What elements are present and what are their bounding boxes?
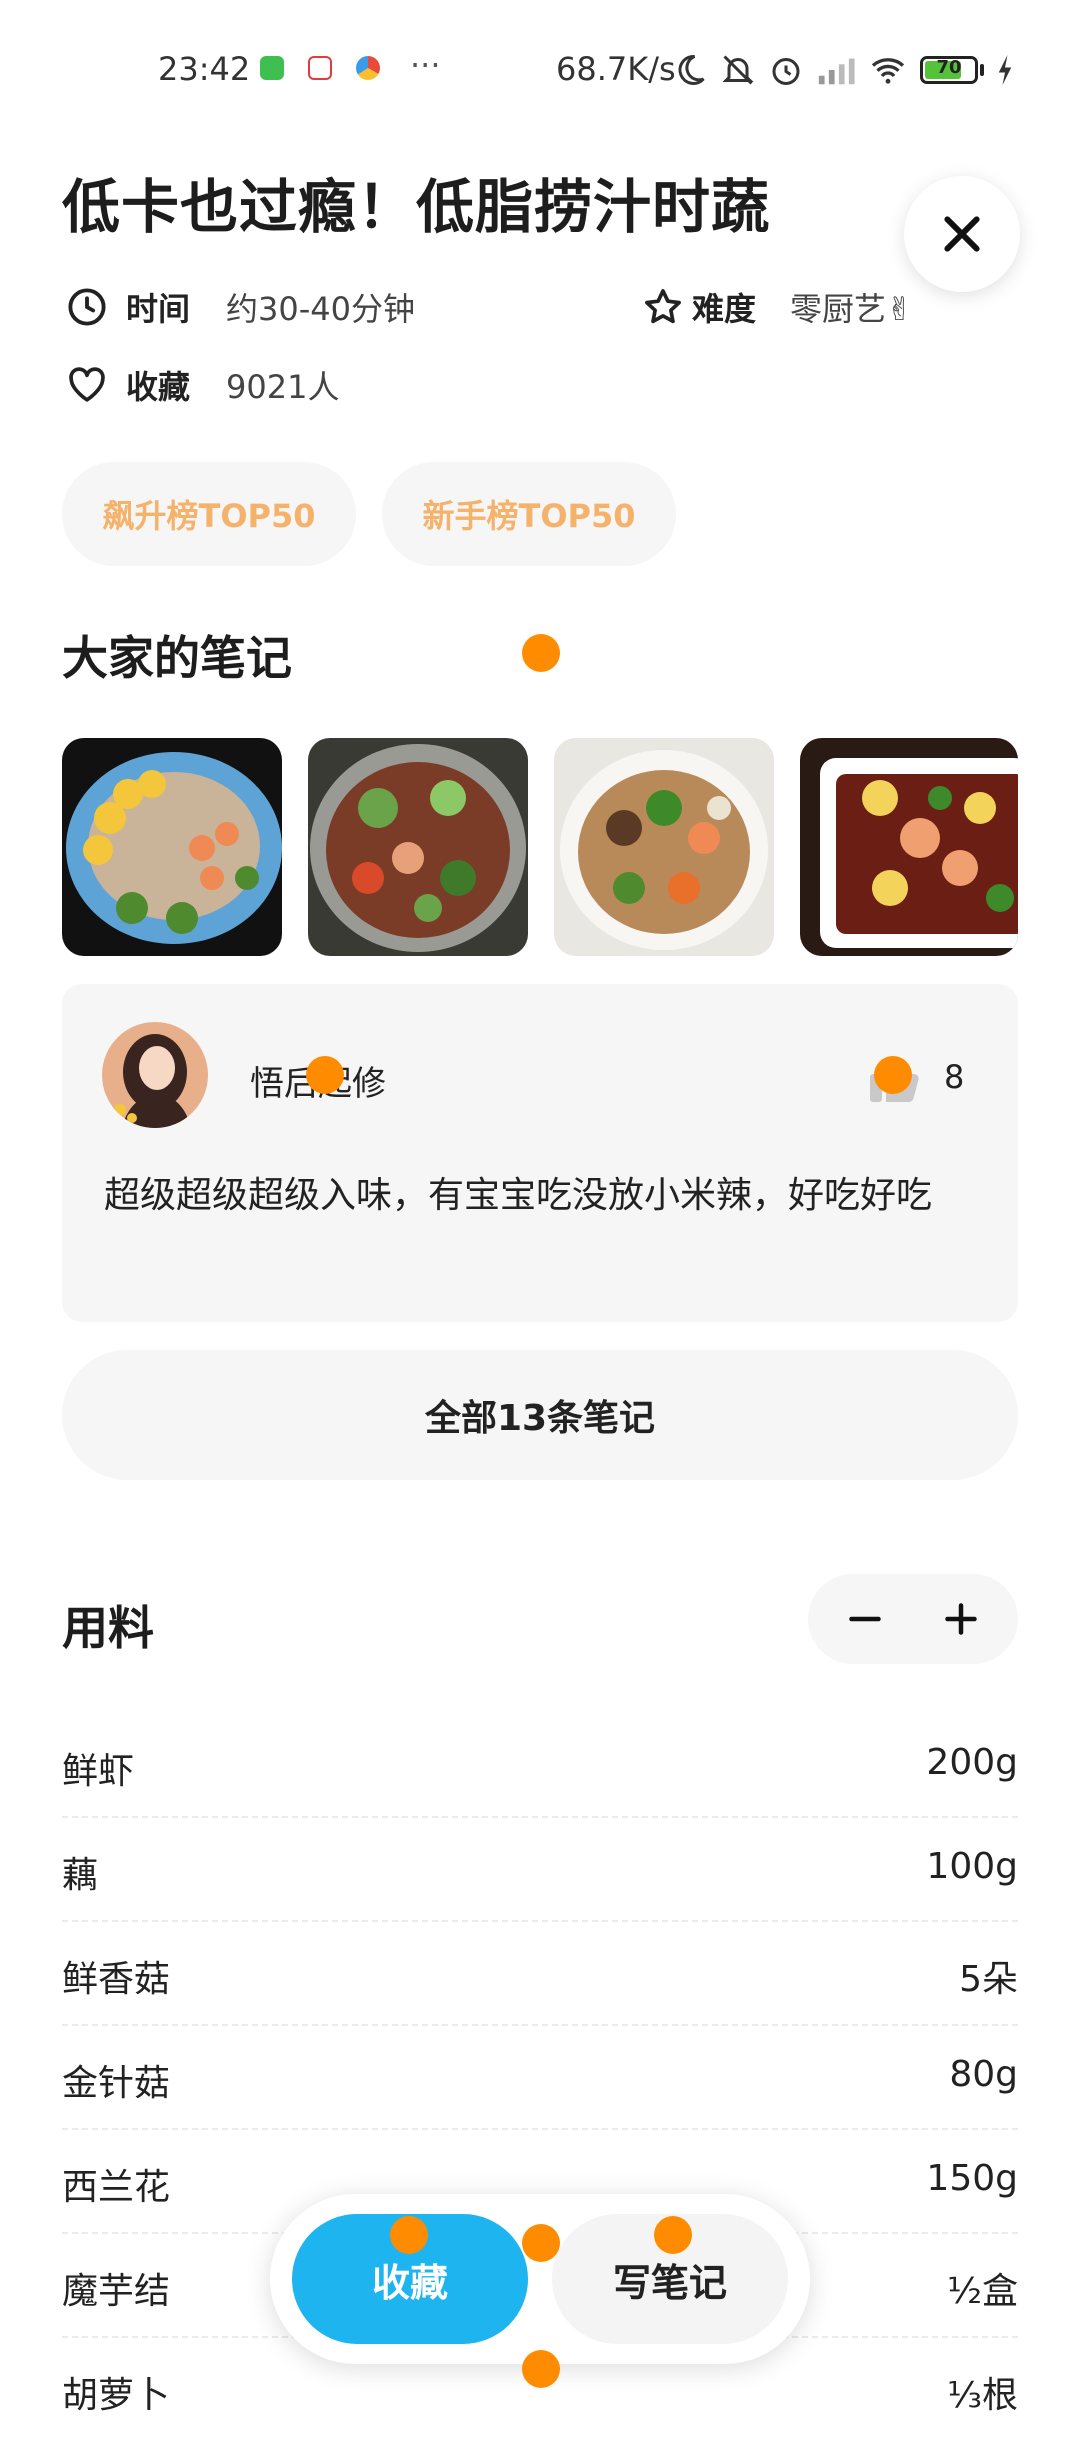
- browser-app-icon: [356, 56, 380, 80]
- ingredients-section-title: 用料: [62, 1601, 154, 1655]
- tag-beginner-top50[interactable]: 新手榜TOP50: [382, 462, 676, 566]
- favorites-label: 收藏: [126, 368, 191, 406]
- bottom-action-bar: 收藏 写笔记: [270, 2194, 810, 2364]
- difficulty-label: 难度: [692, 290, 757, 328]
- ingredient-name: 西兰花: [62, 2167, 171, 2208]
- increase-button[interactable]: [916, 1574, 1006, 1664]
- note-photo-1[interactable]: [62, 738, 282, 956]
- heart-icon: [69, 367, 105, 402]
- star-icon: [645, 289, 681, 324]
- moon-icon: [678, 54, 705, 85]
- note-card[interactable]: 悟后起修 8 超级超级超级入味，有宝宝吃没放小米辣，好吃好吃: [62, 984, 1018, 1322]
- time-label: 时间: [126, 290, 191, 328]
- marker-dot: [522, 2350, 560, 2388]
- decrease-button[interactable]: [820, 1574, 910, 1664]
- status-bar: 23:42 ··· 68.7K/s 70: [0, 0, 1080, 140]
- all-notes-button[interactable]: 全部13条笔记: [62, 1350, 1018, 1480]
- ingredient-amount: 200g: [926, 1742, 1018, 1783]
- ingredient-amount: ⅓根: [947, 2375, 1018, 2416]
- ingredient-row: 鲜虾 200g: [62, 1714, 1018, 1818]
- time-value: 约30-40分钟: [226, 290, 416, 328]
- ingredient-amount: ½盒: [947, 2271, 1018, 2312]
- wifi-icon: [871, 58, 905, 84]
- battery-icon: 70: [920, 56, 978, 84]
- ingredient-name: 鲜虾: [62, 1751, 135, 1792]
- marker-dot: [522, 634, 560, 672]
- difficulty-info: 难度 零厨艺✌: [642, 284, 913, 330]
- network-speed: 68.7K/s: [556, 50, 676, 88]
- marker-dot: [874, 1056, 912, 1094]
- marker-dot: [654, 2216, 692, 2254]
- marker-dot: [390, 2216, 428, 2254]
- ingredient-name: 胡萝卜: [62, 2375, 171, 2416]
- vegetable-pot-image: [310, 744, 526, 952]
- shrimp-noodle-plate-image: [66, 752, 282, 944]
- shrimp-lemon-tray-image: [820, 758, 1018, 948]
- minus-icon: [849, 1616, 881, 1622]
- ingredient-name: 金针菇: [62, 2063, 171, 2104]
- close-button[interactable]: [904, 176, 1020, 292]
- servings-stepper: [808, 1574, 1018, 1664]
- charging-icon: [998, 55, 1012, 85]
- note-photo-3[interactable]: [554, 738, 774, 956]
- ingredient-amount: 150g: [926, 2158, 1018, 2199]
- ingredient-row: 鲜香菇 5朵: [62, 1922, 1018, 2026]
- like-count: 8: [944, 1058, 965, 1096]
- more-notifications-icon: ···: [410, 46, 441, 84]
- signal-icon: [818, 58, 855, 85]
- notes-section-title: 大家的笔记: [62, 631, 292, 685]
- note-photo-4[interactable]: [800, 738, 1018, 956]
- note-text: 超级超级超级入味，有宝宝吃没放小米辣，好吃好吃: [104, 1175, 933, 1216]
- ingredient-name: 鲜香菇: [62, 1959, 171, 2000]
- favorites-info: 收藏 9021人: [66, 362, 339, 408]
- ingredient-name: 魔芋结: [62, 2271, 171, 2312]
- status-time: 23:42: [158, 50, 251, 88]
- marker-dot: [306, 1056, 344, 1094]
- time-info: 时间 约30-40分钟: [66, 284, 415, 330]
- ingredient-row: 藕 100g: [62, 1818, 1018, 1922]
- tag-rising-top50[interactable]: 飙升榜TOP50: [62, 462, 356, 566]
- recipe-title: 低卡也过瘾！低脂捞汁时蔬: [62, 173, 771, 241]
- close-icon: [944, 216, 980, 252]
- note-photo-2[interactable]: [308, 738, 528, 956]
- wechat-app-icon: [260, 56, 284, 80]
- ingredient-name: 藕: [62, 1855, 99, 1896]
- marker-dot: [522, 2224, 560, 2262]
- ingredient-amount: 80g: [949, 2054, 1018, 2095]
- mute-bell-icon: [722, 55, 754, 85]
- shrimp-mushroom-bowl-image: [560, 750, 768, 950]
- ingredient-row: 金针菇 80g: [62, 2026, 1018, 2130]
- recipe-app-icon: [308, 56, 332, 80]
- clock-icon: [68, 288, 106, 326]
- ingredient-amount: 100g: [926, 1846, 1018, 1887]
- ingredient-amount: 5朵: [959, 1959, 1018, 2000]
- favorites-value: 9021人: [226, 368, 340, 406]
- plus-icon: [945, 1603, 977, 1635]
- alarm-icon: [772, 58, 800, 85]
- difficulty-value: 零厨艺✌: [790, 290, 913, 328]
- avatar[interactable]: [102, 1022, 208, 1128]
